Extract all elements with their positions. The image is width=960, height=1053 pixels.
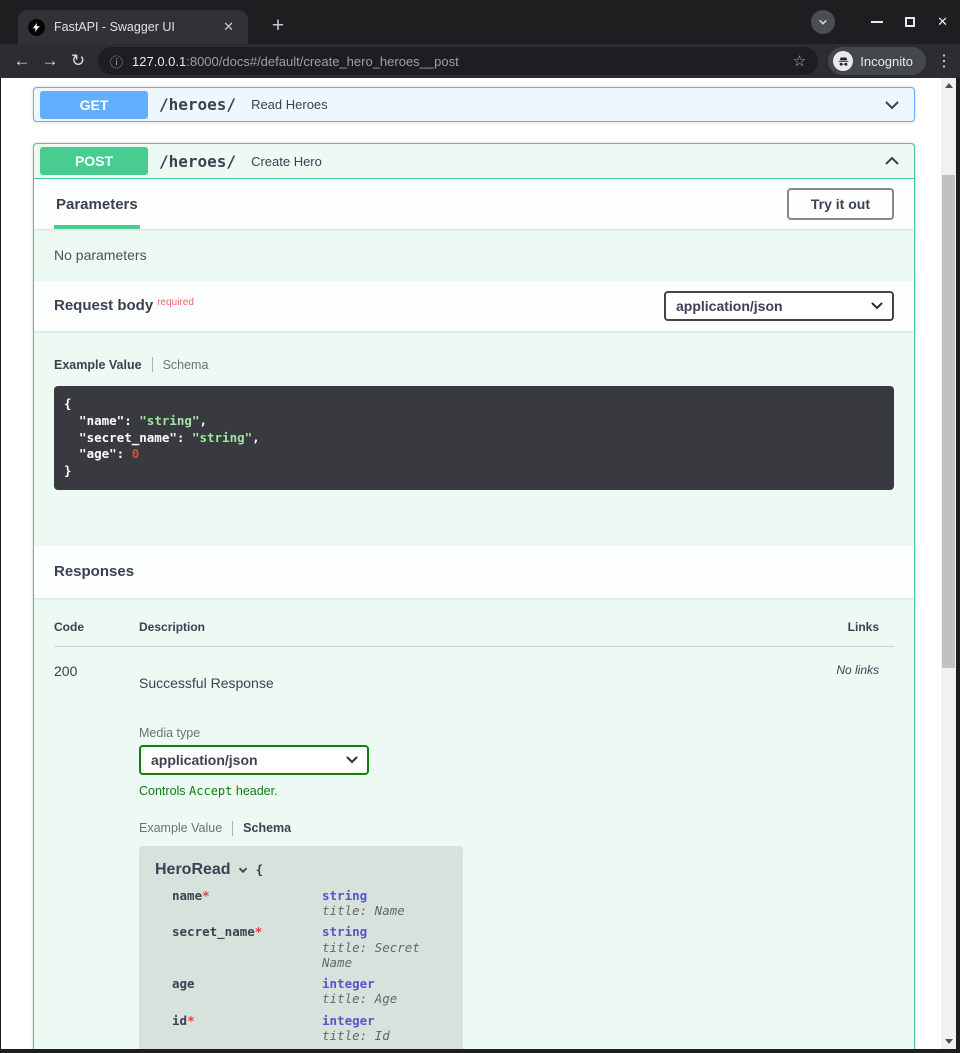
tab-example-value[interactable]: Example Value <box>54 358 142 372</box>
request-example-section: Example Value Schema { "name": "string",… <box>34 331 914 546</box>
minimize-button[interactable] <box>871 21 883 23</box>
media-type-label: Media type <box>139 726 799 740</box>
chevron-down-icon[interactable] <box>882 95 902 115</box>
responses-section-header: Responses <box>34 546 914 598</box>
forward-button[interactable]: → <box>36 51 64 71</box>
model-property: ageintegertitle: Age <box>172 976 447 1011</box>
chevron-up-icon[interactable] <box>882 151 902 171</box>
post-heroes-summary[interactable]: POST /heroes/ Create Hero <box>34 144 914 179</box>
model-open-brace: { <box>256 862 264 877</box>
get-method-badge: GET <box>40 91 148 119</box>
responses-table: Code Description Links 200 Successful Re… <box>34 598 914 1049</box>
scroll-up-icon[interactable] <box>945 83 953 88</box>
close-window-button[interactable]: ✕ <box>937 14 948 30</box>
request-example-code[interactable]: { "name": "string", "secret_name": "stri… <box>54 386 894 490</box>
fastapi-favicon-icon <box>28 19 45 36</box>
maximize-button[interactable] <box>905 17 915 27</box>
tab-title: FastAPI - Swagger UI <box>54 20 210 34</box>
select-chevron-icon <box>346 755 358 765</box>
col-header-links: Links <box>799 620 894 634</box>
parameters-tab[interactable]: Parameters <box>54 179 140 229</box>
opblock-get-heroes: GET /heroes/ Read Heroes <box>33 87 915 122</box>
request-body-section-header: Request body required application/json <box>34 281 914 331</box>
model-properties: name*stringtitle: Namesecret_name*string… <box>155 888 447 1047</box>
post-method-badge: POST <box>40 147 148 175</box>
request-media-type-select[interactable]: application/json <box>664 291 894 321</box>
browser-tab[interactable]: FastAPI - Swagger UI ✕ <box>18 10 248 44</box>
responses-table-header: Code Description Links <box>54 620 894 646</box>
profile-chevron-icon[interactable] <box>811 10 835 34</box>
tab-strip: FastAPI - Swagger UI ✕ + ✕ <box>0 0 960 44</box>
scroll-down-icon[interactable] <box>945 1039 953 1044</box>
response-code-200: 200 <box>54 663 139 1049</box>
col-header-code: Code <box>54 620 139 634</box>
page-viewport: GET /heroes/ Read Heroes POST /heroes/ C… <box>1 78 956 1049</box>
tab-divider <box>152 357 153 372</box>
post-summary-text: Create Hero <box>251 154 322 169</box>
opblock-post-heroes: POST /heroes/ Create Hero Parameters Try… <box>33 143 915 1049</box>
model-property: id*integertitle: Id <box>172 1013 447 1048</box>
try-it-out-button[interactable]: Try it out <box>787 188 894 220</box>
incognito-label: Incognito <box>860 54 913 69</box>
scrollbar-thumb[interactable] <box>942 175 955 668</box>
browser-menu-icon[interactable]: ⋮ <box>936 51 952 71</box>
tab-close-icon[interactable]: ✕ <box>219 17 238 37</box>
model-chevron-icon[interactable] <box>237 864 249 876</box>
responses-title: Responses <box>54 563 134 580</box>
accept-header-note: Controls Accept header. <box>139 784 799 798</box>
incognito-badge: Incognito <box>828 47 926 75</box>
select-chevron-icon <box>871 301 883 311</box>
address-bar[interactable]: ⓘ 127.0.0.1:8000/docs#/default/create_he… <box>98 47 818 75</box>
post-path: /heroes/ <box>159 152 236 171</box>
tab-schema[interactable]: Schema <box>163 358 209 372</box>
no-parameters-text: No parameters <box>34 229 914 281</box>
bookmark-star-icon[interactable]: ☆ <box>793 52 806 70</box>
new-tab-button[interactable]: + <box>264 12 292 40</box>
tab-divider <box>232 821 233 836</box>
site-info-icon[interactable]: ⓘ <box>110 52 123 71</box>
request-body-label: Request body <box>54 297 153 314</box>
model-property: name*stringtitle: Name <box>172 888 447 923</box>
reload-button[interactable]: ↻ <box>64 51 92 71</box>
get-path: /heroes/ <box>159 95 236 114</box>
model-title[interactable]: HeroRead <box>155 861 231 879</box>
col-header-description: Description <box>139 620 799 634</box>
heroread-model-box: HeroRead { name*stringtitle: Namesecret_… <box>139 846 463 1049</box>
response-200-links: No links <box>799 663 894 1049</box>
page-scrollbar[interactable] <box>941 78 956 1049</box>
back-button[interactable]: ← <box>8 51 36 71</box>
get-heroes-summary[interactable]: GET /heroes/ Read Heroes <box>34 88 914 121</box>
browser-toolbar: ← → ↻ ⓘ 127.0.0.1:8000/docs#/default/cre… <box>0 44 960 78</box>
url-text: 127.0.0.1:8000/docs#/default/create_hero… <box>132 54 785 69</box>
tab-schema[interactable]: Schema <box>243 821 291 835</box>
swagger-ui: GET /heroes/ Read Heroes POST /heroes/ C… <box>1 78 941 1049</box>
model-property: secret_name*stringtitle: Secret Name <box>172 924 447 974</box>
response-row-200: 200 Successful Response Media type appli… <box>54 647 894 1049</box>
response-200-description: Successful Response <box>139 675 799 691</box>
tab-example-value[interactable]: Example Value <box>139 821 222 835</box>
get-summary-text: Read Heroes <box>251 97 328 112</box>
parameters-section-header: Parameters Try it out <box>34 179 914 229</box>
incognito-icon <box>833 51 853 71</box>
required-flag: required <box>157 297 194 308</box>
response-media-type-select[interactable]: application/json <box>139 745 369 775</box>
